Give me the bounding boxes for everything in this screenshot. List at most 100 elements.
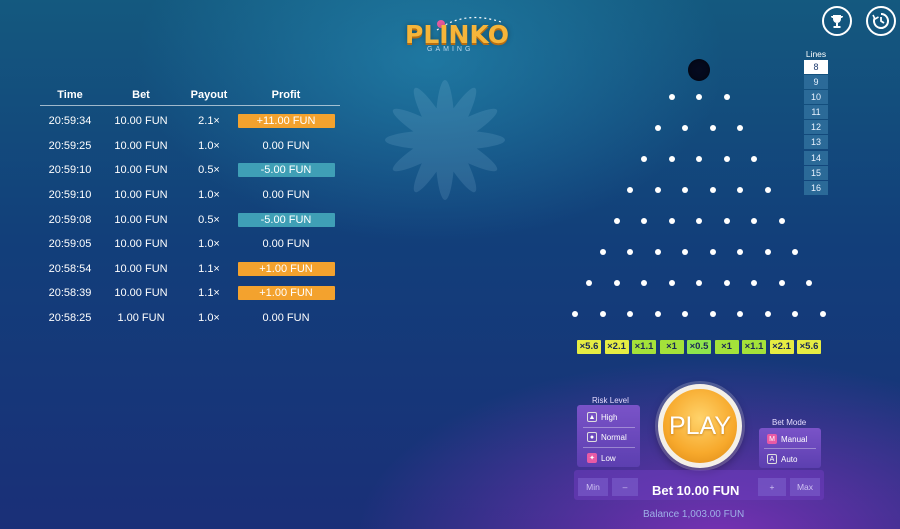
row-payout: 1.1× — [198, 262, 220, 275]
ball-drop-hole — [688, 59, 710, 81]
peg — [627, 187, 634, 193]
multiplier-slot: ×1.1 — [632, 340, 656, 354]
risk-option-normal[interactable]: ● Normal — [587, 430, 627, 444]
risk-level-title: Risk Level — [592, 396, 629, 405]
play-button-label: PLAY — [668, 411, 732, 440]
max-bet-button[interactable]: Max — [790, 478, 820, 496]
multiplier-slot: ×1 — [714, 340, 739, 354]
lines-option-11[interactable]: 11 — [804, 105, 828, 120]
table-row: 20:59:25 10.00 FUN 1.0× 0.00 FUN — [40, 134, 340, 159]
bet-mode-auto[interactable]: A Auto — [767, 452, 797, 466]
plinko-logo: PLINKO GAMING — [395, 14, 515, 60]
table-row: 20:58:39 10.00 FUN 1.1× +1.00 FUN — [40, 281, 340, 306]
table-row: 20:59:34 10.00 FUN 2.1× +11.00 FUN — [40, 109, 340, 134]
bet-mode-title: Bet Mode — [772, 418, 807, 427]
bet-mode-manual[interactable]: M Manual — [767, 432, 807, 446]
bet-mode-manual-label: Manual — [781, 434, 808, 444]
peg — [654, 187, 661, 193]
peg — [723, 280, 730, 286]
peg — [723, 218, 730, 224]
play-button[interactable]: PLAY — [658, 384, 742, 468]
increase-bet-button[interactable]: + — [758, 478, 786, 496]
row-bet: 10.00 FUN — [114, 213, 168, 226]
multiplier-slot: ×2.1 — [769, 340, 794, 354]
profit-badge: +11.00 FUN — [237, 114, 335, 129]
row-payout: 0.5× — [198, 164, 220, 177]
row-profit-cell: -5.00 FUN — [236, 212, 336, 227]
row-bet: 10.00 FUN — [114, 115, 168, 128]
peg — [696, 94, 702, 100]
peg — [668, 280, 675, 286]
row-time: 20:58:54 — [48, 262, 92, 275]
trophy-button[interactable] — [822, 6, 852, 36]
peg — [764, 311, 771, 317]
peg — [709, 249, 716, 255]
risk-high-icon: ▲ — [587, 412, 597, 422]
peg — [654, 249, 661, 255]
header-payout: Payout — [190, 88, 228, 101]
peg — [751, 218, 757, 224]
min-bet-button[interactable]: Min — [578, 478, 608, 496]
peg — [778, 218, 785, 224]
balance-display: Balance 1,003.00 FUN — [643, 509, 745, 520]
peg — [599, 311, 606, 317]
bet-history-header: Time Bet Payout Profit — [40, 86, 340, 106]
multiplier-slot: ×1.1 — [742, 340, 766, 354]
lines-option-9[interactable]: 9 — [804, 75, 828, 90]
row-bet: 10.00 FUN — [114, 139, 168, 152]
peg — [682, 311, 689, 317]
bet-history-rows: 20:59:34 10.00 FUN 2.1× +11.00 FUN 20:59:25 1… — [40, 109, 340, 330]
profit-badge: 0.00 FUN — [262, 139, 310, 152]
peg — [737, 187, 744, 193]
profit-badge: 0.00 FUN — [262, 189, 310, 202]
bet-mode-divider — [764, 448, 816, 449]
row-time: 20:58:39 — [48, 287, 92, 300]
peg — [599, 249, 606, 255]
peg — [682, 187, 689, 193]
row-profit-cell: 0.00 FUN — [236, 139, 336, 153]
row-payout: 1.1× — [198, 287, 220, 300]
peg — [682, 249, 689, 255]
peg — [696, 156, 702, 162]
peg — [723, 156, 730, 162]
lines-option-13[interactable]: 13 — [804, 135, 828, 150]
risk-option-high[interactable]: ▲ High — [587, 410, 617, 424]
peg — [627, 249, 634, 255]
lines-option-8[interactable]: 8 — [804, 60, 828, 74]
peg — [668, 156, 675, 162]
risk-option-low[interactable]: ✦ Low — [587, 451, 616, 465]
row-time: 20:59:34 — [48, 115, 92, 128]
lines-option-14[interactable]: 14 — [804, 150, 828, 165]
risk-normal-icon: ● — [587, 432, 597, 442]
row-time: 20:58:25 — [48, 312, 92, 325]
lines-selector: Lines 8 9 10 11 12 13 14 15 16 — [804, 49, 828, 196]
profit-badge: -5.00 FUN — [237, 163, 335, 178]
row-bet: 10.00 FUN — [114, 262, 168, 275]
lines-option-15[interactable]: 15 — [804, 165, 828, 180]
peg — [572, 311, 579, 317]
peg — [654, 311, 661, 317]
lines-option-10[interactable]: 10 — [804, 90, 828, 105]
header-time: Time — [57, 88, 83, 101]
decrease-bet-button[interactable]: – — [612, 478, 638, 496]
lines-option-12[interactable]: 12 — [804, 120, 828, 135]
row-time: 20:59:08 — [48, 213, 92, 226]
peg — [751, 280, 757, 286]
risk-divider — [583, 427, 635, 428]
multiplier-slot: ×0.5 — [687, 340, 711, 354]
row-payout: 1.0× — [198, 189, 220, 202]
profit-badge: -5.00 FUN — [237, 212, 335, 227]
risk-option-high-label: High — [601, 412, 618, 422]
row-bet: 10.00 FUN — [114, 238, 168, 251]
table-row: 20:58:25 1.00 FUN 1.0× 0.00 FUN — [40, 306, 340, 331]
peg — [668, 218, 675, 224]
lines-option-16[interactable]: 16 — [804, 180, 828, 195]
row-time: 20:59:10 — [48, 189, 92, 202]
row-profit-cell: 0.00 FUN — [236, 188, 336, 202]
bet-history-table: Time Bet Payout Profit 20:59:34 10.00 FUN… — [40, 86, 340, 330]
peg — [709, 311, 716, 317]
history-button[interactable] — [866, 6, 896, 36]
row-profit-cell: +11.00 FUN — [236, 114, 336, 129]
peg — [641, 218, 647, 224]
row-payout: 1.0× — [198, 312, 220, 325]
